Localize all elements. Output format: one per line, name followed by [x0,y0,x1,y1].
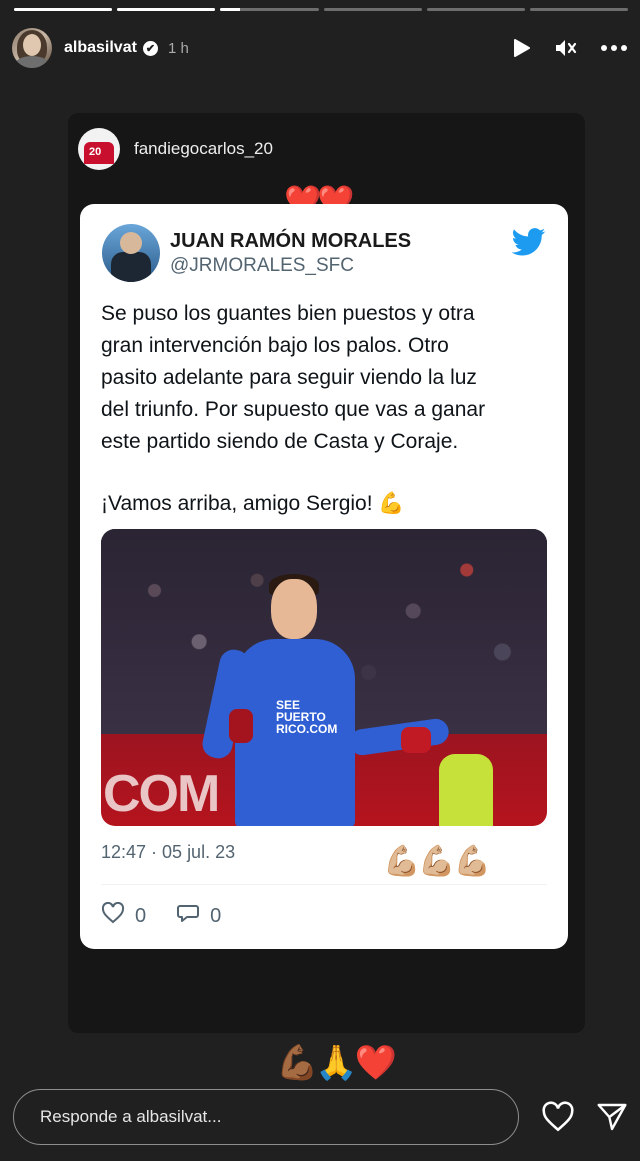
tweet-like-count: 0 [135,904,147,927]
mute-icon[interactable] [554,37,578,59]
like-icon[interactable] [541,1101,575,1138]
reply-input[interactable]: Responde a albasilvat... [13,1089,519,1145]
tweet-reply-count: 0 [210,904,222,927]
progress-segment [323,8,422,11]
avatar[interactable] [12,28,52,68]
send-icon[interactable] [596,1102,628,1137]
story-progress [14,8,629,11]
story-time: 1 h [167,39,189,57]
emoji-sticker-row: 💪🏾🙏❤️ [276,1044,397,1082]
tweet-avatar [102,224,160,282]
progress-segment [220,8,319,11]
progress-segment [117,8,216,11]
reply-bubble-icon [176,902,200,930]
progress-segment [529,8,629,11]
more-icon[interactable] [600,44,628,52]
tweet-divider [101,884,547,885]
like-heart-icon [101,901,125,930]
progress-segment [426,8,525,11]
repost-header[interactable]: 20 fandiegocarlos_20 [78,128,273,170]
flex-sticker: 💪🏼💪🏼💪🏼 [383,845,491,878]
tweet-text: Se puso los guantes bien puestos y otra … [101,302,486,515]
verified-badge-icon: ✔ [142,40,158,56]
story-header: albasilvat ✔ 1 h [12,26,628,70]
tweet-timestamp: 12:47 · 05 jul. 23 [101,842,236,862]
twitter-bird-icon [511,228,546,261]
repost-username[interactable]: fandiegocarlos_20 [134,139,273,159]
tweet-photo-goalkeeper: COM SEE PUERTO RICO.COM [101,529,547,826]
progress-segment [14,8,113,11]
tweet-card: JUAN RAMÓN MORALES @JRMORALES_SFC Se pus… [80,204,568,949]
tweet-author-handle: @JRMORALES_SFC [170,254,354,276]
play-icon[interactable] [510,37,532,59]
story-username[interactable]: albasilvat [64,39,137,57]
repost-avatar[interactable]: 20 [78,128,120,170]
tweet-author-name: JUAN RAMÓN MORALES [170,229,412,252]
